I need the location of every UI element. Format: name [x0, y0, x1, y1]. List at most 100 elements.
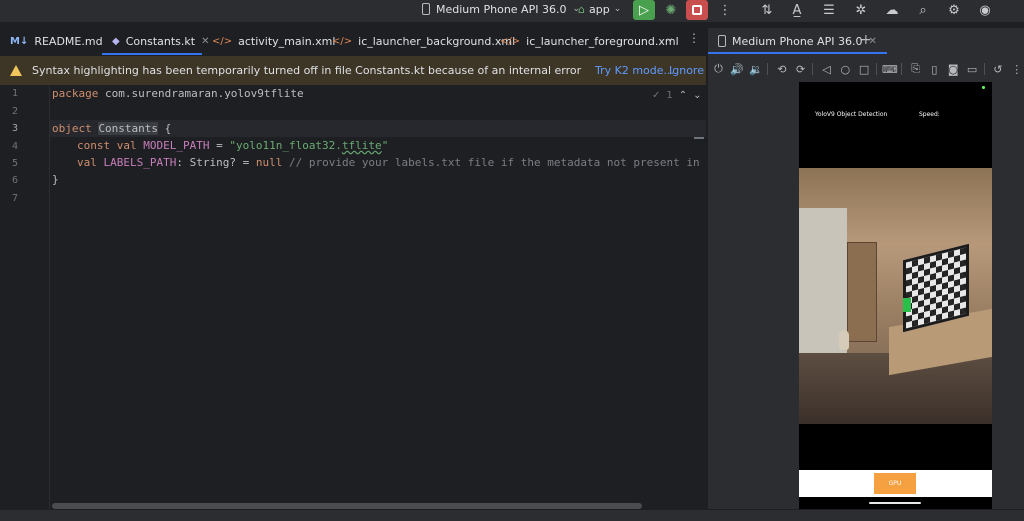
- emulator-screen[interactable]: YoloV9 Object Detection Speed: GPU: [799, 82, 992, 509]
- speed-label: Speed:: [919, 111, 940, 118]
- inspection-count: 1: [666, 90, 673, 101]
- checklist-button[interactable]: ☰: [818, 0, 840, 20]
- run-configuration-selector[interactable]: ⌂ app ⌄: [578, 0, 621, 18]
- phone-icon: [718, 35, 726, 47]
- xml-file-icon: </>: [212, 36, 233, 47]
- code-editor[interactable]: 1 2 3 4 5 6 7 package com.surendramaran.…: [0, 85, 746, 509]
- code-comment: // provide your labels.txt file if the m…: [282, 156, 746, 169]
- brace: }: [52, 173, 59, 186]
- checklist-icon: ☰: [823, 2, 835, 18]
- camera-indicator-icon: [982, 86, 985, 89]
- more-actions-button[interactable]: ⋮: [714, 0, 736, 20]
- play-icon: ▷: [639, 2, 649, 18]
- rotate-left-icon[interactable]: ⟲: [773, 63, 790, 76]
- sync-icon: ⇅: [761, 2, 773, 18]
- stop-button[interactable]: [686, 0, 708, 20]
- string-literal-typo: tflite: [341, 139, 382, 152]
- gpu-toggle-button[interactable]: GPU: [874, 473, 916, 494]
- tab-readme[interactable]: M↓ README.md: [0, 28, 103, 55]
- settings-button[interactable]: ⚙: [943, 0, 965, 20]
- banner-message: Syntax highlighting has been temporarily…: [32, 64, 582, 77]
- phone-icon: [422, 3, 430, 15]
- chevron-down-icon[interactable]: ⌄: [693, 90, 701, 101]
- sync-project-button[interactable]: ⇅: [756, 0, 778, 20]
- tab-constants[interactable]: ◆ Constants.kt ✕: [102, 28, 209, 55]
- search-button[interactable]: ⌕: [912, 0, 934, 20]
- inspection-widget[interactable]: ✓ 1 ⌃ ⌄: [652, 90, 702, 101]
- account-button[interactable]: ◉: [974, 0, 996, 20]
- device-selector[interactable]: Medium Phone API 36.0 ⌄: [422, 0, 580, 18]
- tab-ic-launcher-background[interactable]: </> ic_launcher_background.xml: [322, 28, 515, 55]
- more-vertical-icon: ⋮: [718, 2, 732, 18]
- user-icon: ◉: [979, 2, 991, 18]
- run-button[interactable]: ▷: [633, 0, 655, 20]
- try-k2-mode-link[interactable]: Try K2 mode...: [595, 64, 674, 77]
- rotate-right-icon[interactable]: ⟳: [792, 63, 809, 76]
- tab-activity-main[interactable]: </> activity_main.xml: [202, 28, 335, 55]
- kotlin-file-icon: ◆: [112, 36, 120, 47]
- tab-ic-launcher-foreground[interactable]: </> ic_launcher_foreground.xml: [490, 28, 679, 55]
- ignore-link[interactable]: Ignore: [669, 64, 704, 77]
- more-vertical-icon[interactable]: ⋮: [688, 32, 700, 44]
- status-bar: [0, 509, 1024, 521]
- home-icon[interactable]: ○: [837, 63, 854, 76]
- translate-icon: A̲: [792, 2, 802, 18]
- inspect-button[interactable]: ✲: [850, 0, 872, 20]
- scroll-marker: [694, 137, 704, 139]
- gear-icon: ⚙: [948, 2, 960, 18]
- volume-down-icon[interactable]: 🔉: [748, 63, 765, 76]
- keyword: null: [255, 156, 283, 169]
- record-icon[interactable]: ▭: [964, 63, 981, 76]
- overview-icon[interactable]: □: [856, 63, 873, 76]
- translate-button[interactable]: A̲: [786, 0, 808, 20]
- running-devices-panel: Medium Phone API 36.0 ✕ + ⏻ 🔊 🔉 ⟲ ⟳ ◁ ○ …: [707, 28, 1024, 509]
- markdown-file-icon: M↓: [10, 36, 29, 47]
- divider: [983, 63, 985, 75]
- line-number: 2: [11, 106, 18, 117]
- warning-icon: [10, 65, 22, 76]
- search-icon: ⌕: [919, 2, 927, 18]
- running-device-tab-label: Medium Phone API 36.0: [732, 34, 863, 48]
- phone-settings-icon[interactable]: ▯: [926, 63, 943, 76]
- line-number: 3: [11, 123, 18, 134]
- code-line-1: package com.surendramaran.yolov9tflite: [52, 87, 304, 100]
- app-title: YoloV9 Object Detection: [815, 111, 888, 118]
- brace: {: [157, 122, 172, 135]
- volume-up-icon[interactable]: 🔊: [729, 63, 746, 76]
- gear-bug-icon: ✲: [855, 2, 867, 18]
- type-decl: : String? =: [176, 156, 256, 169]
- stop-icon: [692, 5, 702, 15]
- screenshot-icon[interactable]: ◙: [945, 63, 962, 76]
- emulator-controls: ⏻ 🔊 🔉 ⟲ ⟳ ◁ ○ □ ⌨ ⎘ ▯ ◙ ▭ ↺ ⋮: [708, 58, 1024, 80]
- back-icon[interactable]: ◁: [818, 63, 835, 76]
- editor-tabs: M↓ README.md ◆ Constants.kt ✕ </> activi…: [0, 28, 706, 55]
- object-name: Constants: [98, 122, 158, 135]
- run-configuration-label: app: [588, 2, 610, 16]
- divider: [767, 63, 769, 75]
- bug-icon: ✺: [665, 2, 677, 18]
- xml-file-icon: </>: [332, 36, 353, 47]
- main-toolbar: Medium Phone API 36.0 ⌄ ⌂ app ⌄ ▷ ✺ ⋮ ⇅ …: [0, 0, 1024, 22]
- syntax-warning-banner: Syntax highlighting has been temporarily…: [0, 56, 706, 85]
- android-icon: ⌂: [578, 2, 585, 16]
- xml-file-icon: </>: [500, 36, 521, 47]
- code-line-3: object Constants {: [52, 122, 171, 135]
- room-cat: [839, 330, 849, 350]
- line-number: 4: [11, 141, 18, 152]
- more-vertical-icon[interactable]: ⋮: [1008, 63, 1024, 76]
- gesture-home-indicator[interactable]: [869, 502, 921, 504]
- keyword: object: [52, 122, 92, 135]
- chevron-down-icon[interactable]: ⌄: [665, 32, 674, 43]
- keyboard-icon[interactable]: ⌨: [881, 63, 898, 76]
- app-quality-button[interactable]: ☁: [881, 0, 903, 20]
- divider: [901, 63, 903, 75]
- add-device-icon[interactable]: +: [860, 32, 872, 48]
- debug-button[interactable]: ✺: [660, 0, 682, 20]
- line-number: 7: [11, 193, 18, 204]
- power-icon[interactable]: ⏻: [710, 62, 727, 76]
- snapshot-icon[interactable]: ⎘: [907, 62, 924, 76]
- assign: =: [209, 139, 230, 152]
- reset-icon[interactable]: ↺: [989, 63, 1006, 76]
- chevron-up-icon[interactable]: ⌃: [679, 90, 687, 101]
- package-name: com.surendramaran.yolov9tflite: [98, 87, 304, 100]
